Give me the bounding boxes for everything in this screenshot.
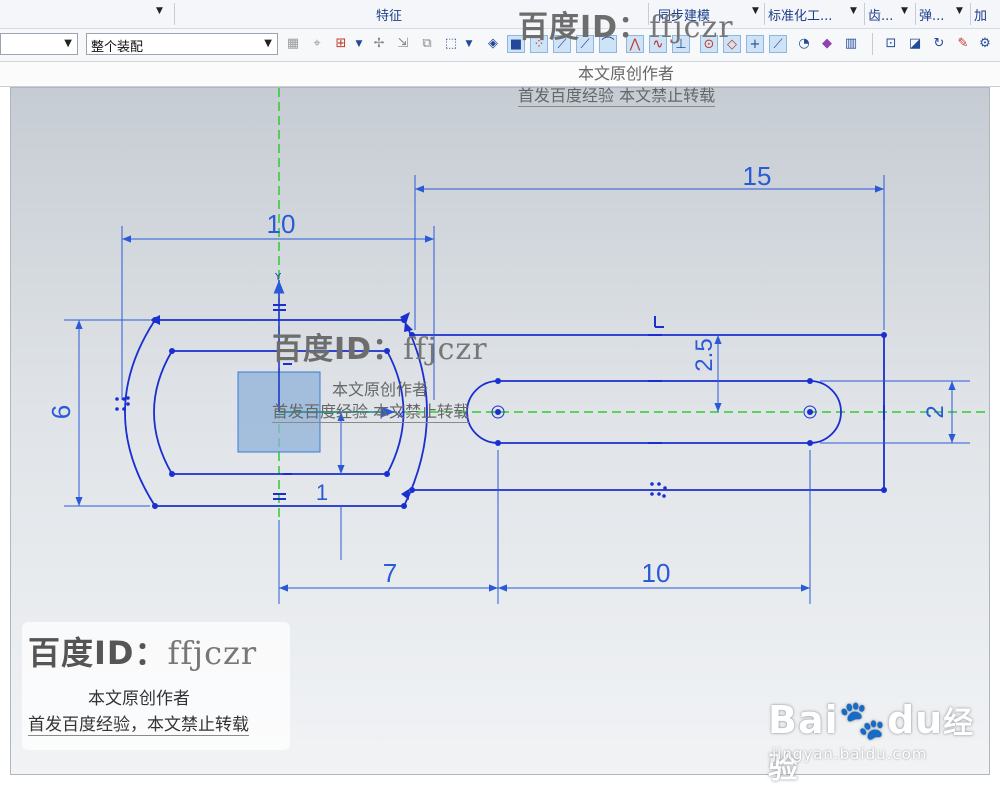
baidu-jingyan-logo: Bai🐾du经验 bbox=[768, 698, 975, 786]
dimension-1-value: 1 bbox=[316, 480, 328, 505]
watermark-middle-line2: 首发百度经验 本文禁止转载 bbox=[272, 398, 470, 423]
dimension-15[interactable] bbox=[414, 175, 885, 330]
watermark-id: 百度ID：ffjczr bbox=[28, 634, 258, 672]
paw-icon: 🐾 bbox=[838, 698, 887, 742]
watermark-bottom-line1: 本文原创作者 bbox=[88, 689, 190, 709]
watermark-id: 百度ID：ffjczr bbox=[518, 10, 734, 45]
dimension-10-top-value: 10 bbox=[267, 209, 296, 239]
watermark-bottom-line2: 首发百度经验，本文禁止转载 bbox=[28, 710, 249, 736]
baidu-url: jingyan.baidu.com bbox=[772, 745, 928, 763]
watermark-bottom-left: 百度ID：ffjczr 本文原创作者 首发百度经验，本文禁止转载 bbox=[22, 622, 290, 750]
dimension-6[interactable] bbox=[64, 319, 150, 507]
dimension-7-value: 7 bbox=[383, 558, 397, 588]
watermark-top: 百度ID：ffjczr bbox=[518, 2, 734, 46]
y-axis-label: Y bbox=[274, 272, 282, 283]
dimension-15-value: 15 bbox=[743, 161, 772, 191]
dimension-2-value: 2 bbox=[922, 405, 949, 418]
watermark-middle-line1: 本文原创作者 bbox=[332, 380, 429, 399]
dimension-6-value: 6 bbox=[46, 405, 76, 419]
dimension-2-5-value: 2.5 bbox=[691, 338, 718, 371]
watermark-middle: 百度ID：ffjczr bbox=[272, 324, 488, 368]
dimension-10-bottom-value: 10 bbox=[642, 558, 671, 588]
watermark-id: 百度ID：ffjczr bbox=[272, 332, 488, 367]
watermark-top-line2: 首发百度经验 本文禁止转载 bbox=[518, 82, 716, 107]
watermark-top-line1: 本文原创作者 bbox=[578, 64, 675, 83]
